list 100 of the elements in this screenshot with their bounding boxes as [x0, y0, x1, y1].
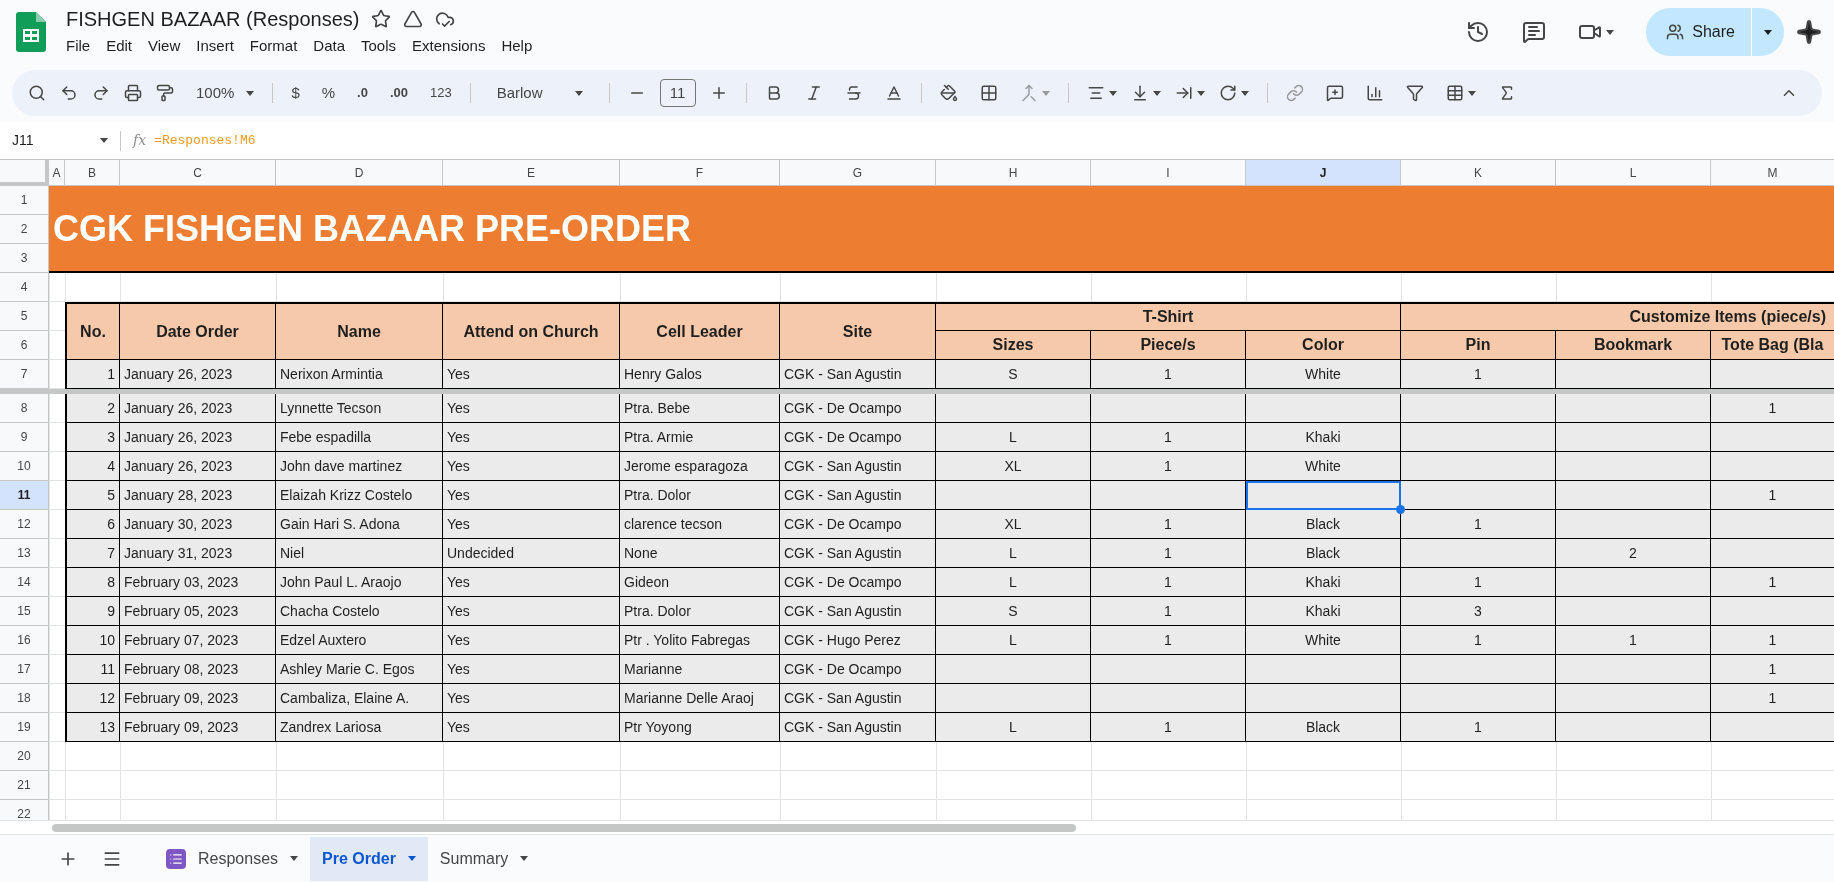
sheet-tab[interactable]: Summary — [427, 836, 541, 881]
redo-icon[interactable] — [92, 84, 110, 102]
caret-icon[interactable] — [1764, 29, 1772, 35]
empty-cell[interactable] — [1711, 771, 1834, 800]
row-header[interactable]: 10 — [0, 452, 49, 481]
row-header[interactable]: 21 — [0, 771, 49, 800]
caret-icon[interactable] — [1108, 90, 1117, 96]
caret-icon[interactable] — [100, 138, 108, 143]
menu-item[interactable]: Extensions — [412, 34, 486, 58]
fill-handle[interactable] — [1396, 505, 1405, 514]
menu-item[interactable]: View — [148, 34, 181, 58]
row-header[interactable]: 13 — [0, 539, 49, 568]
paint-format-icon[interactable] — [156, 84, 174, 102]
row-header[interactable]: 4 — [0, 273, 49, 302]
row-header[interactable]: 8 — [0, 394, 49, 423]
column-header[interactable]: L — [1556, 160, 1711, 186]
merge-icon[interactable] — [1019, 84, 1038, 102]
column-header[interactable]: E — [443, 160, 620, 186]
row-header[interactable]: 12 — [0, 510, 49, 539]
row-header[interactable]: 16 — [0, 626, 49, 655]
row-header[interactable]: 11 — [0, 481, 49, 510]
decrease-decimals[interactable]: .0 — [357, 83, 368, 103]
row-header[interactable]: 17 — [0, 655, 49, 684]
column-header[interactable]: A — [49, 160, 65, 186]
row-header[interactable]: 15 — [0, 597, 49, 626]
select-all-corner[interactable] — [0, 160, 49, 186]
font-select[interactable]: Barlow — [496, 81, 543, 105]
borders-icon[interactable] — [979, 84, 998, 102]
menu-item[interactable]: File — [66, 34, 91, 58]
chart-icon[interactable] — [1365, 84, 1384, 102]
empty-cell[interactable] — [276, 771, 443, 800]
column-header[interactable]: J — [1246, 160, 1401, 186]
caret-icon[interactable] — [520, 856, 529, 861]
menu-item[interactable]: Help — [501, 34, 533, 58]
caret-icon[interactable] — [574, 90, 583, 96]
row-header[interactable]: 20 — [0, 742, 49, 771]
empty-cell[interactable] — [65, 771, 120, 800]
caret-icon[interactable] — [1467, 90, 1476, 96]
column-header[interactable]: B — [65, 160, 120, 186]
empty-cell[interactable] — [49, 742, 65, 771]
row-header[interactable]: 7 — [0, 360, 49, 389]
empty-cell[interactable] — [620, 771, 780, 800]
column-header[interactable]: H — [936, 160, 1091, 186]
print-icon[interactable] — [124, 84, 142, 102]
row-header[interactable]: 9 — [0, 423, 49, 452]
empty-cell[interactable] — [1091, 771, 1246, 800]
number-format[interactable]: 123 — [430, 83, 452, 103]
empty-cell[interactable] — [936, 771, 1091, 800]
menu-item[interactable]: Format — [249, 34, 298, 58]
search-icon[interactable] — [28, 84, 46, 102]
empty-cell[interactable] — [120, 771, 276, 800]
zoom-select[interactable]: 100% — [196, 81, 235, 105]
empty-cell[interactable] — [1556, 771, 1711, 800]
column-header[interactable]: F — [620, 160, 780, 186]
name-box[interactable]: J11 — [12, 130, 34, 151]
row-header[interactable]: 14 — [0, 568, 49, 597]
row-header[interactable]: 6 — [0, 331, 49, 360]
sheet-tab[interactable]: Responses — [154, 836, 311, 881]
sparkle-icon[interactable] — [1796, 19, 1822, 45]
caret-icon[interactable] — [1196, 90, 1205, 96]
filter-icon[interactable] — [1405, 84, 1424, 102]
history-icon[interactable] — [1466, 20, 1491, 44]
caret-icon[interactable] — [290, 856, 299, 861]
row-header[interactable]: 3 — [0, 244, 49, 273]
horizontal-scrollbar[interactable] — [52, 823, 1076, 832]
caret-icon[interactable] — [1606, 29, 1615, 35]
empty-cell[interactable] — [49, 771, 65, 800]
column-header[interactable]: D — [276, 160, 443, 186]
sheet-tab[interactable]: Pre Order — [310, 836, 428, 881]
comment-icon[interactable] — [1522, 20, 1547, 44]
document-title[interactable]: FISHGEN BAZAAR (Responses) — [66, 6, 360, 31]
percent-format[interactable]: % — [321, 81, 336, 105]
column-header[interactable]: K — [1401, 160, 1556, 186]
menu-item[interactable]: Data — [313, 34, 345, 58]
table-icon[interactable] — [1445, 84, 1464, 102]
menu-item[interactable]: Edit — [106, 34, 133, 58]
strikethrough-icon[interactable] — [844, 84, 863, 102]
text-color-icon[interactable] — [884, 84, 903, 102]
triangle-icon[interactable] — [403, 8, 424, 29]
font-size-field[interactable]: 11 — [659, 78, 696, 108]
row-header[interactable]: 18 — [0, 684, 49, 713]
column-header[interactable]: M — [1711, 160, 1834, 186]
text-rotation-icon[interactable] — [1218, 84, 1237, 102]
empty-cell[interactable] — [1401, 771, 1556, 800]
menu-item[interactable]: Insert — [196, 34, 234, 58]
add-comment-icon[interactable] — [1325, 84, 1344, 102]
people-icon[interactable] — [1666, 23, 1685, 41]
row-header[interactable]: 5 — [0, 302, 49, 331]
row-header[interactable]: 19 — [0, 713, 49, 742]
text-wrap-icon[interactable] — [1174, 84, 1193, 102]
sheets-logo-icon[interactable] — [16, 12, 46, 52]
caret-icon[interactable] — [1240, 90, 1249, 96]
empty-cell[interactable] — [443, 771, 620, 800]
caret-icon[interactable] — [1152, 90, 1161, 96]
undo-icon[interactable] — [60, 84, 78, 102]
fill-color-icon[interactable] — [939, 84, 958, 102]
star-icon[interactable] — [371, 8, 392, 29]
increase-decimals[interactable]: .00 — [389, 83, 408, 103]
caret-icon[interactable] — [246, 90, 255, 96]
align-icon[interactable] — [1086, 84, 1105, 102]
